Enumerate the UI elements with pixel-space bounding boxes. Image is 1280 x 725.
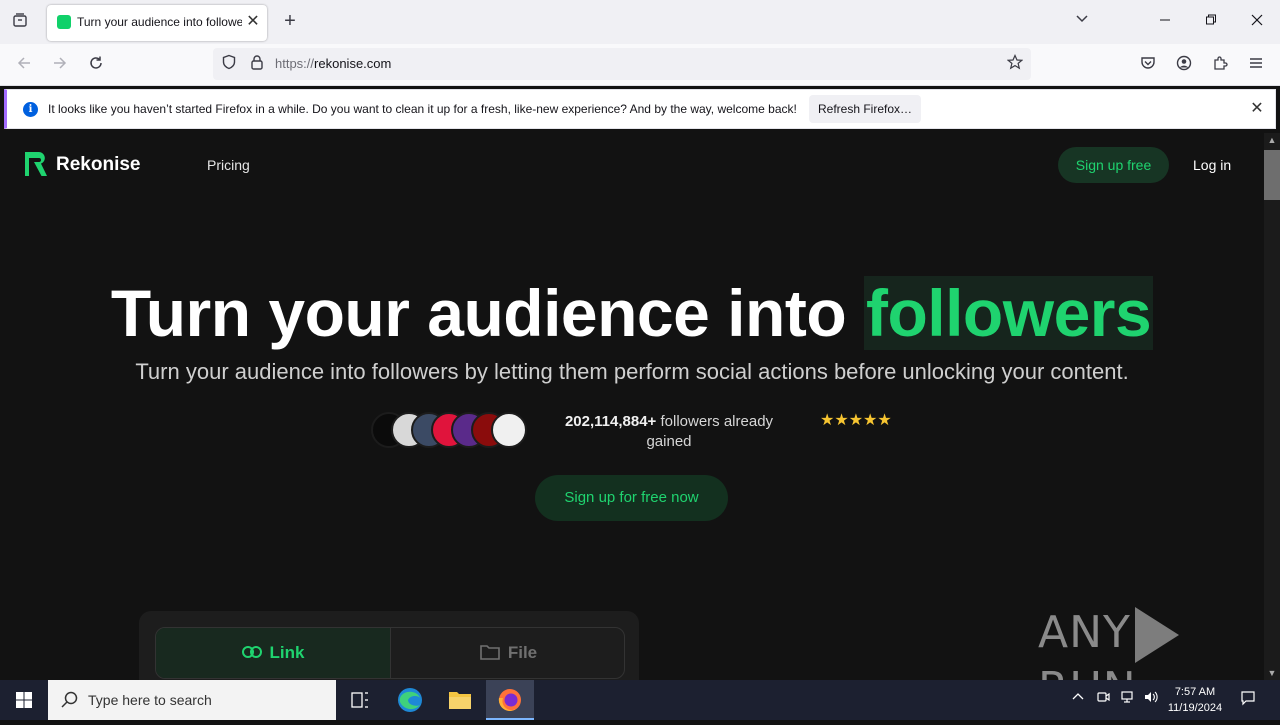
rekonise-favicon-icon: [57, 15, 71, 29]
notifications-icon[interactable]: [1238, 690, 1258, 709]
search-placeholder: Type here to search: [88, 692, 212, 708]
upload-card: Link File: [139, 611, 639, 680]
scrollbar-thumb[interactable]: [1264, 150, 1280, 200]
url-host: rekonise.com: [314, 56, 392, 71]
task-view-icon[interactable]: [336, 680, 384, 720]
network-icon[interactable]: [1117, 690, 1137, 707]
menu-hamburger-icon[interactable]: [1246, 55, 1266, 75]
folder-icon: [480, 645, 500, 660]
bookmark-star-icon[interactable]: [1005, 54, 1025, 74]
scroll-down-icon[interactable]: ▼: [1264, 666, 1280, 680]
watermark-right: RUN: [1038, 663, 1137, 680]
clock-date: 11/19/2024: [1167, 702, 1223, 714]
headline-main: Turn your audience into: [110, 276, 864, 350]
scroll-up-icon[interactable]: ▲: [1264, 133, 1280, 147]
firefox-taskbar-icon[interactable]: [486, 680, 534, 720]
reload-icon[interactable]: [86, 55, 106, 75]
extensions-icon[interactable]: [1210, 55, 1230, 75]
tab-list-icon[interactable]: [10, 12, 30, 32]
address-bar[interactable]: https://rekonise.com: [213, 48, 1031, 80]
tab-file[interactable]: File: [391, 628, 624, 678]
forward-icon[interactable]: [50, 55, 70, 75]
volume-icon[interactable]: [1141, 690, 1161, 707]
tab-link[interactable]: Link: [156, 628, 391, 678]
sign-up-for-free-now-button[interactable]: Sign up for free now: [535, 475, 728, 521]
window-close-icon[interactable]: [1247, 12, 1267, 32]
notification-close-icon[interactable]: ✕: [1247, 99, 1267, 119]
tab-close-icon[interactable]: ✕: [245, 13, 261, 31]
active-tab[interactable]: Turn your audience into followers ✕: [47, 5, 267, 41]
lock-icon[interactable]: [247, 54, 267, 74]
windows-taskbar: Type here to search 7:57 AM 11/19/2024: [0, 680, 1280, 720]
info-icon: i: [23, 102, 38, 117]
tab-file-label: File: [507, 643, 538, 662]
followers-text: followers already gained: [646, 413, 774, 450]
notification-message: It looks like you haven’t started Firefo…: [48, 102, 797, 116]
rating-stars-icon: ★★★★★: [820, 412, 892, 429]
page-scrollbar[interactable]: ▲ ▼: [1264, 133, 1280, 680]
watermark-left: ANY: [1038, 607, 1131, 658]
anyrun-watermark: ANY RUN: [1038, 607, 1264, 680]
tracking-protection-shield-icon[interactable]: [219, 54, 239, 74]
page-viewport: Rekonise Pricing Sign up free Log in Tur…: [0, 133, 1264, 680]
log-in-link[interactable]: Log in: [1193, 157, 1231, 173]
start-button[interactable]: [0, 680, 48, 720]
edge-browser-icon[interactable]: [386, 680, 434, 720]
upload-type-tabs: Link File: [155, 627, 625, 679]
link-icon: [241, 646, 262, 658]
hero-headline: Turn your audience into followers: [0, 275, 1264, 351]
hero-subheadline: Turn your audience into followers by let…: [135, 359, 1129, 384]
creator-avatars: [371, 412, 531, 450]
tab-title: Turn your audience into followers: [77, 15, 242, 29]
url-text[interactable]: https://rekonise.com: [275, 56, 391, 71]
back-icon[interactable]: [14, 55, 34, 75]
followers-count: 202,114,884+: [564, 413, 657, 430]
restore-icon[interactable]: [1201, 12, 1221, 32]
windows-logo-icon: [16, 692, 32, 708]
nav-pricing-link[interactable]: Pricing: [207, 157, 250, 173]
clock-time: 7:57 AM: [1174, 686, 1216, 698]
avatar: [491, 412, 527, 448]
pocket-icon[interactable]: [1138, 55, 1158, 75]
search-icon: [61, 691, 78, 708]
account-icon[interactable]: [1174, 55, 1194, 75]
rekonise-logo-icon[interactable]: [25, 152, 47, 176]
play-triangle-icon: [1134, 607, 1179, 663]
meet-now-icon[interactable]: [1093, 690, 1113, 707]
refresh-firefox-button[interactable]: Refresh Firefox…: [809, 95, 921, 123]
list-all-tabs-icon[interactable]: [1072, 12, 1092, 32]
browser-tab-bar: Turn your audience into followers ✕ +: [0, 0, 1280, 44]
headline-accent: followers: [863, 276, 1154, 350]
brand-name[interactable]: Rekonise: [56, 154, 140, 176]
url-protocol: https://: [275, 56, 315, 71]
minimize-icon[interactable]: [1155, 12, 1175, 32]
new-tab-button[interactable]: +: [280, 11, 300, 33]
followers-stat: 202,114,884+ followers already gained: [552, 412, 786, 452]
browser-nav-bar: https://rekonise.com: [0, 44, 1280, 86]
tab-link-label: Link: [269, 643, 305, 662]
sign-up-free-button[interactable]: Sign up free: [1058, 147, 1169, 183]
file-explorer-icon[interactable]: [436, 680, 484, 720]
taskbar-search-box[interactable]: Type here to search: [48, 680, 336, 720]
firefox-refresh-notification: i It looks like you haven’t started Fire…: [4, 89, 1276, 129]
show-hidden-icons-icon[interactable]: [1068, 690, 1088, 707]
taskbar-clock[interactable]: 7:57 AM 11/19/2024: [1160, 684, 1230, 716]
